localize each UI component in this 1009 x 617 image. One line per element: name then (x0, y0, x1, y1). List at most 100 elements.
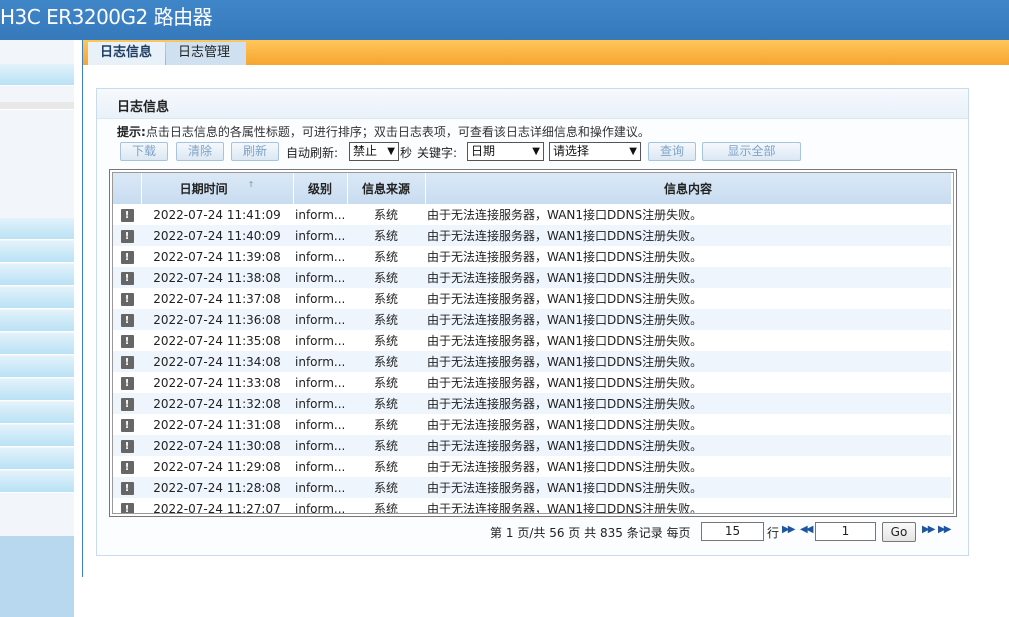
goto-page-input[interactable]: 1 (815, 522, 876, 541)
row-level: inform... (295, 501, 346, 514)
row-message: 由于无法连接服务器，WAN1接口DDNS注册失败。 (427, 502, 703, 514)
pagination-summary: 第 1 页/共 56 页 共 835 条记录 每页 (490, 526, 691, 540)
table-row[interactable]: ! 2022-07-24 11:32:08 inform... 系统 由于无法连接服务器… (113, 393, 951, 414)
next-page-icon[interactable]: ▶▶ (922, 524, 935, 535)
row-datetime: 2022-07-24 11:32:08 (141, 393, 293, 414)
row-icon-cell: ! (113, 456, 141, 477)
table-row[interactable]: ! 2022-07-24 11:28:08 inform... 系统 由于无法连接服务器… (113, 477, 951, 498)
last-page-icon[interactable]: ▶▶ (938, 524, 951, 535)
row-datetime: 2022-07-24 11:35:08 (153, 333, 281, 348)
row-datetime: 2022-07-24 11:30:08 (141, 435, 293, 456)
table-row[interactable]: ! 2022-07-24 11:27:07 inform... 系统 由于无法连接服务器… (113, 498, 951, 514)
row-message: 由于无法连接服务器，WAN1接口DDNS注册失败。 (425, 225, 951, 246)
sidebar-item[interactable] (0, 310, 74, 332)
row-source: 系统 (373, 502, 398, 514)
exclamation-icon: ! (120, 209, 134, 223)
row-datetime: 2022-07-24 11:38:08 (141, 267, 293, 288)
current-page: 1 (505, 526, 514, 540)
row-level: inform... (293, 393, 347, 414)
sidebar-divider (0, 102, 74, 110)
auto-refresh-select[interactable]: 禁止 ▼ (349, 142, 399, 161)
table-header-row: 日期时间 ↑ 级别 信息来源 信息内容 (113, 173, 952, 205)
row-datetime: 2022-07-24 11:33:08 (153, 375, 281, 390)
row-source: 系统 (347, 309, 425, 330)
row-message: 由于无法连接服务器，WAN1接口DDNS注册失败。 (425, 267, 951, 288)
row-icon-cell: ! (113, 309, 141, 330)
go-button[interactable]: Go (882, 522, 916, 542)
row-datetime: 2022-07-24 11:28:08 (141, 477, 293, 498)
sidebar-item[interactable] (0, 402, 74, 424)
sidebar-item[interactable] (0, 425, 74, 447)
sidebar-item[interactable] (0, 356, 74, 378)
table-row[interactable]: ! 2022-07-24 11:40:09 inform... 系统 由于无法连接服务器… (113, 225, 951, 246)
row-message: 由于无法连接服务器，WAN1接口DDNS注册失败。 (427, 418, 703, 432)
column-header-message[interactable]: 信息内容 (425, 173, 952, 205)
sidebar-item[interactable] (0, 264, 74, 286)
table-row[interactable]: ! 2022-07-24 11:39:08 inform... 系统 由于无法连接服务器… (113, 246, 951, 267)
row-source: 系统 (373, 334, 398, 348)
column-header-level[interactable]: 级别 (293, 173, 348, 205)
row-datetime: 2022-07-24 11:41:09 (153, 207, 281, 222)
table-row[interactable]: ! 2022-07-24 11:33:08 inform... 系统 由于无法连接服务器… (113, 372, 951, 393)
row-level: inform... (295, 375, 346, 390)
exclamation-icon: ! (120, 335, 134, 348)
row-icon-cell: ! (113, 246, 141, 267)
sidebar-item[interactable] (0, 64, 74, 86)
tab-log-info[interactable]: 日志信息 (88, 42, 165, 65)
column-header-datetime[interactable]: 日期时间 ↑ (141, 173, 294, 205)
exclamation-icon: ! (120, 398, 134, 411)
sort-icon: ↑ (247, 179, 255, 189)
sidebar-item[interactable] (0, 471, 74, 493)
exclamation-icon: ! (120, 419, 134, 432)
sidebar-item[interactable] (0, 241, 74, 263)
row-datetime: 2022-07-24 11:40:09 (141, 225, 293, 246)
column-header-source[interactable]: 信息来源 (347, 173, 426, 205)
row-level: inform... (295, 291, 346, 306)
table-row[interactable]: ! 2022-07-24 11:30:08 inform... 系统 由于无法连接服务器… (113, 435, 951, 456)
keyword-value-value: 请选择 (553, 144, 590, 158)
sidebar-item[interactable] (0, 448, 74, 470)
sidebar (0, 40, 74, 617)
first-page-icon[interactable]: ▶▶ (782, 524, 795, 535)
download-button[interactable]: 下载 (120, 142, 168, 161)
log-table-viewport[interactable]: 日期时间 ↑ 级别 信息来源 信息内容 ! 2022-07-24 11:41:09 i… (112, 172, 954, 514)
query-button[interactable]: 查询 (648, 142, 696, 161)
log-table-frame: 日期时间 ↑ 级别 信息来源 信息内容 ! 2022-07-24 11:41:09 i… (109, 169, 957, 517)
table-row[interactable]: ! 2022-07-24 11:36:08 inform... 系统 由于无法连接服务器… (113, 309, 951, 330)
row-datetime: 2022-07-24 11:37:08 (153, 291, 281, 306)
table-row[interactable]: ! 2022-07-24 11:34:08 inform... 系统 由于无法连接服务器… (113, 351, 951, 372)
sidebar-item[interactable] (0, 218, 74, 240)
prev-page-icon[interactable]: ◀◀ (800, 524, 813, 535)
row-message: 由于无法连接服务器，WAN1接口DDNS注册失败。 (425, 477, 951, 498)
row-source: 系统 (347, 477, 425, 498)
table-row[interactable]: ! 2022-07-24 11:37:08 inform... 系统 由于无法连接服务器… (113, 288, 951, 309)
row-message: 由于无法连接服务器，WAN1接口DDNS注册失败。 (425, 309, 951, 330)
tab-log-management[interactable]: 日志管理 (166, 42, 246, 65)
row-datetime: 2022-07-24 11:27:07 (153, 501, 281, 514)
log-rows: ! 2022-07-24 11:41:09 inform... 系统 由于无法连接服务器… (113, 204, 951, 514)
row-icon-cell: ! (113, 330, 141, 351)
refresh-button[interactable]: 刷新 (231, 142, 279, 161)
row-icon-cell: ! (113, 414, 141, 435)
exclamation-icon: ! (120, 377, 134, 390)
table-row[interactable]: ! 2022-07-24 11:31:08 inform... 系统 由于无法连接服务器… (113, 414, 951, 435)
keyword-field-select[interactable]: 日期 ▼ (467, 142, 544, 161)
sidebar-item[interactable] (0, 287, 74, 309)
row-icon-cell: ! (113, 351, 141, 372)
show-all-button[interactable]: 显示全部 (702, 142, 801, 161)
row-level: inform... (295, 207, 346, 222)
keyword-field-value: 日期 (471, 144, 496, 158)
per-page-input[interactable]: 15 (701, 522, 764, 541)
sidebar-item[interactable] (0, 379, 74, 401)
table-row[interactable]: ! 2022-07-24 11:29:08 inform... 系统 由于无法连接服务器… (113, 456, 951, 477)
sidebar-item[interactable] (0, 333, 74, 355)
chevron-down-icon: ▼ (387, 146, 395, 157)
table-row[interactable]: ! 2022-07-24 11:38:08 inform... 系统 由于无法连接服务器… (113, 267, 951, 288)
table-row[interactable]: ! 2022-07-24 11:35:08 inform... 系统 由于无法连接服务器… (113, 330, 951, 351)
exclamation-icon: ! (120, 356, 134, 369)
keyword-value-select[interactable]: 请选择 ▼ (549, 142, 641, 161)
row-icon-cell: ! (113, 204, 141, 225)
row-level: inform... (293, 435, 347, 456)
table-row[interactable]: ! 2022-07-24 11:41:09 inform... 系统 由于无法连接服务器… (113, 204, 951, 225)
clear-button[interactable]: 清除 (176, 142, 224, 161)
